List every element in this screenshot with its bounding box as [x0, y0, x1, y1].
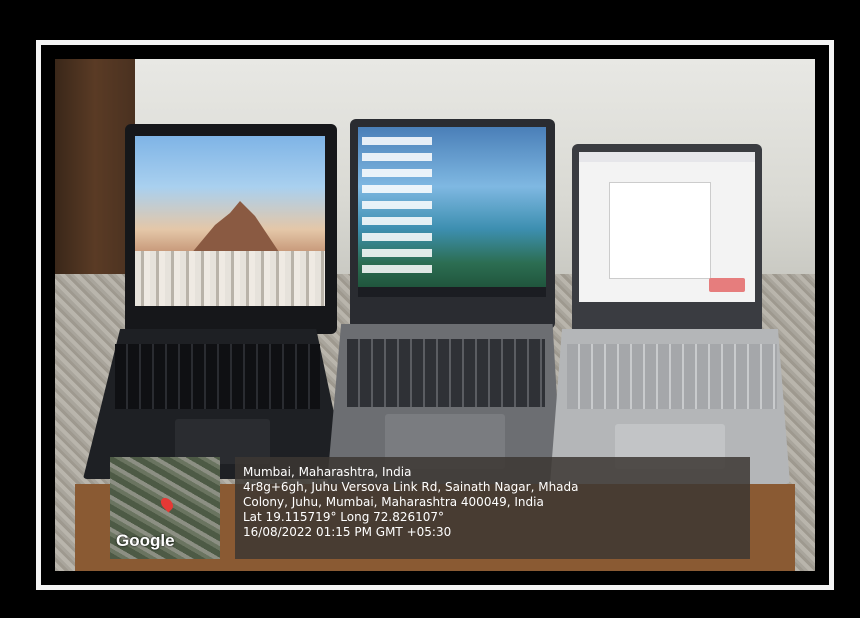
keyboard: [115, 344, 320, 409]
cityscape: [135, 251, 325, 306]
laptop-screen-rock: [135, 136, 325, 306]
keyboard: [567, 344, 777, 409]
google-logo: Google: [116, 531, 175, 550]
timestamp: 16/08/2022 01:15 PM GMT +05:30: [243, 525, 452, 539]
taskbar: [358, 287, 546, 297]
keyboard: [347, 339, 545, 407]
map-thumbnail: Google: [110, 457, 220, 559]
document: [609, 182, 711, 279]
location-line: Mumbai, Maharashtra, India: [243, 465, 412, 479]
browser-toolbar: [579, 152, 755, 162]
action-button: [709, 278, 745, 292]
coordinates: Lat 19.115719° Long 72.826107°: [243, 510, 445, 524]
photo-frame: Google Mumbai, Maharashtra, India 4r8g+6…: [16, 24, 842, 594]
photo: Google Mumbai, Maharashtra, India 4r8g+6…: [55, 59, 815, 571]
map-pin-icon: [158, 495, 176, 513]
address-line2: Colony, Juhu, Mumbai, Maharashtra 400049…: [243, 495, 544, 509]
desktop-icons: [362, 133, 432, 273]
laptop-screen-desktop: [358, 127, 546, 297]
door: [55, 59, 135, 289]
address-line1: 4r8g+6gh, Juhu Versova Link Rd, Sainath …: [243, 480, 579, 494]
laptop-screen-pdf: [579, 152, 755, 302]
white-border: Google Mumbai, Maharashtra, India 4r8g+6…: [36, 40, 834, 590]
geotag-overlay: Mumbai, Maharashtra, India 4r8g+6gh, Juh…: [235, 457, 750, 559]
geotag-text: Mumbai, Maharashtra, India 4r8g+6gh, Juh…: [243, 465, 579, 540]
